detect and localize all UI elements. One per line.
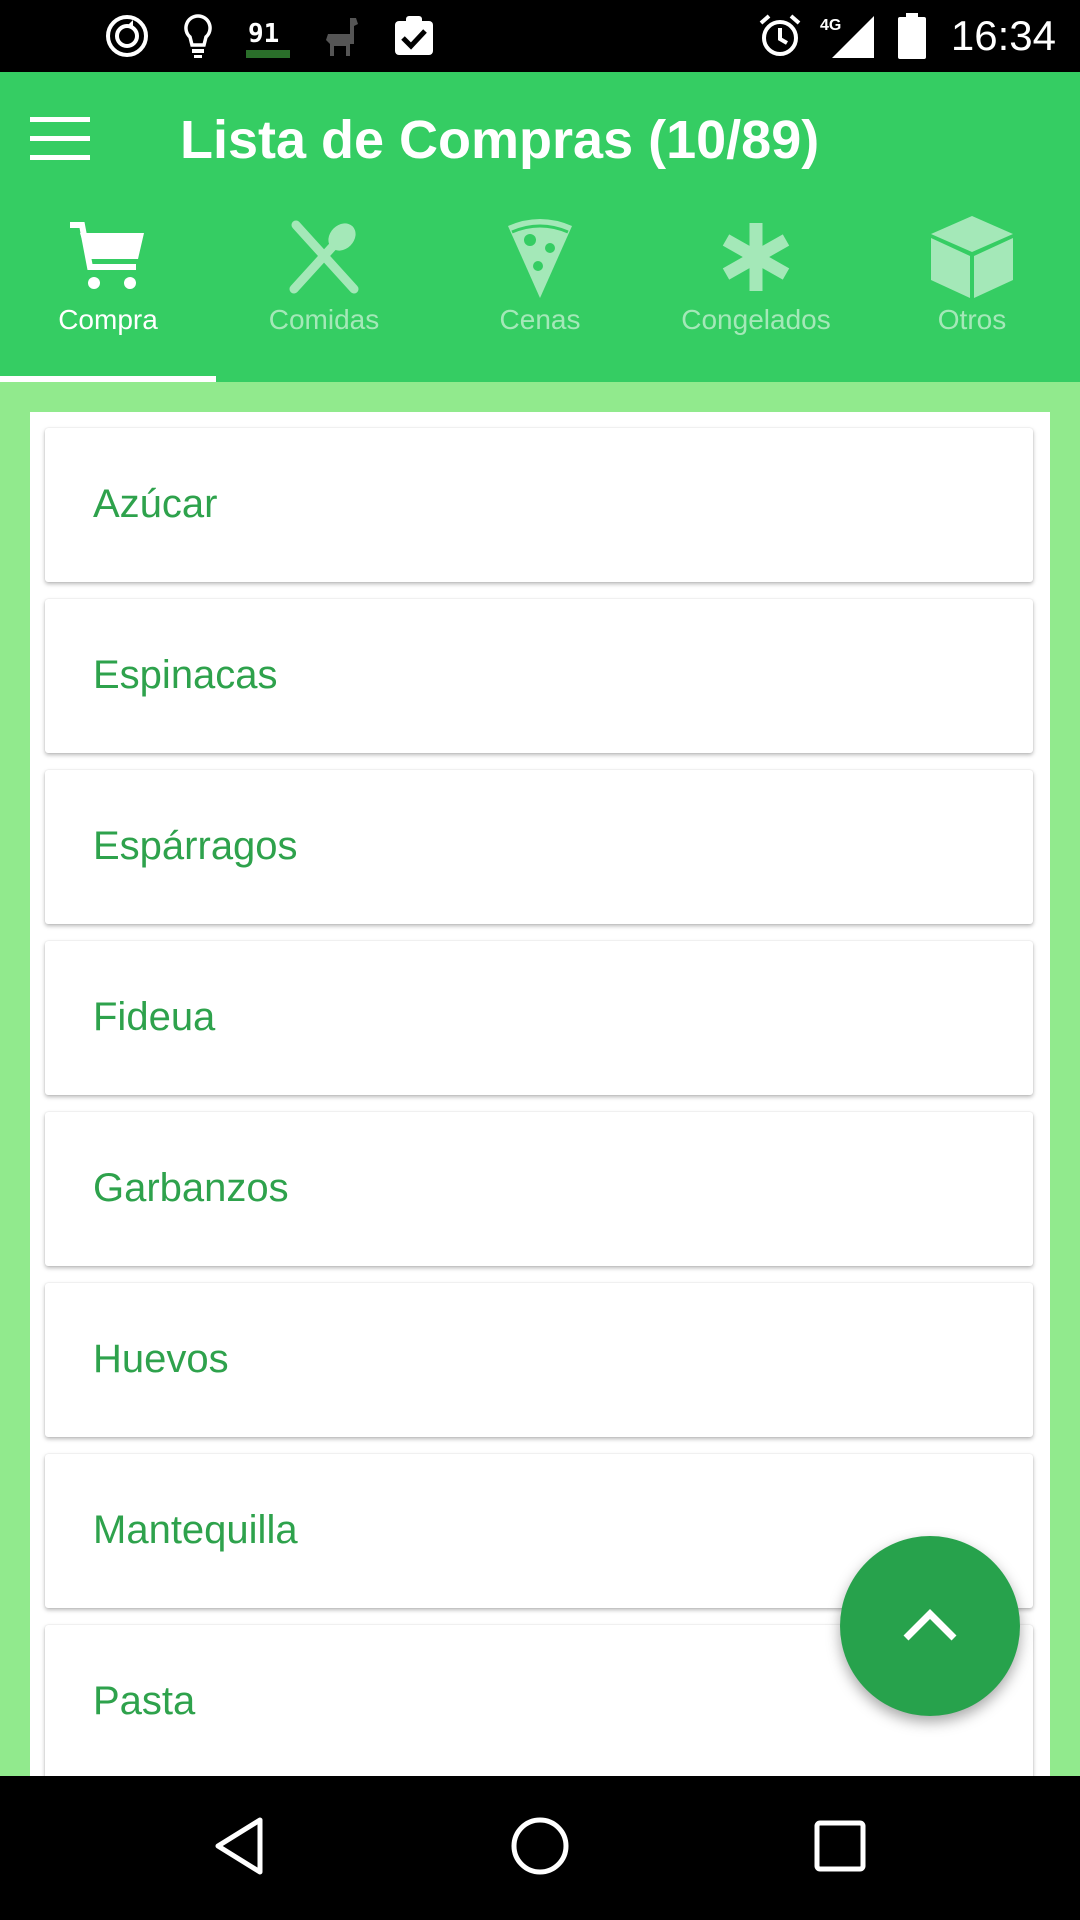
llama-icon: [318, 12, 366, 60]
list-item[interactable]: Espinacas: [45, 599, 1033, 753]
lightbulb-icon: [178, 12, 218, 60]
navigation-bar: [0, 1776, 1080, 1920]
status-bar: 91 4G 16:34: [0, 0, 1080, 72]
scroll-to-top-button[interactable]: [840, 1536, 1020, 1716]
battery-icon: [896, 12, 928, 60]
tab-label: Cenas: [499, 304, 581, 335]
list-item[interactable]: Fideua: [45, 941, 1033, 1095]
list-item-label: Espárragos: [93, 824, 298, 868]
recents-icon: [812, 1818, 868, 1879]
app-bar: Lista de Compras (10/89) Compra Comidas …: [0, 72, 1080, 382]
list-item-label: Espinacas: [93, 653, 278, 697]
list-item[interactable]: Azúcar: [45, 428, 1033, 582]
tab-compra[interactable]: Compra: [0, 202, 216, 382]
list-item[interactable]: Huevos: [45, 1283, 1033, 1437]
signal-icon: 4G: [818, 12, 878, 60]
box-icon: [922, 212, 1022, 302]
sync-icon: [100, 12, 154, 60]
pizza-icon: [490, 212, 590, 302]
alarm-icon: [756, 12, 804, 60]
chevron-up-icon: [900, 1604, 960, 1649]
tab-cenas[interactable]: Cenas: [432, 202, 648, 382]
tab-bar: Compra Comidas Cenas Congelados Otros: [0, 202, 1080, 382]
back-button[interactable]: [190, 1798, 290, 1898]
svg-text:4G: 4G: [820, 17, 841, 34]
list-item-label: Fideua: [93, 995, 216, 1039]
svg-text:91: 91: [248, 19, 279, 49]
screen: 91 4G 16:34 Lista de Compras (10/89) Com…: [0, 0, 1080, 1920]
asterisk-icon: [706, 212, 806, 302]
back-icon: [210, 1814, 270, 1883]
tab-label: Congelados: [681, 304, 831, 335]
list-item[interactable]: Garbanzos: [45, 1112, 1033, 1266]
list-item-label: Pasta: [93, 1679, 196, 1723]
widget-91-icon: 91: [244, 12, 292, 60]
clipboard-check-icon: [390, 12, 438, 60]
recents-button[interactable]: [790, 1798, 890, 1898]
list-item-label: Mantequilla: [93, 1508, 298, 1552]
list-item-label: Azúcar: [93, 482, 218, 526]
status-time: 16:34: [950, 12, 1056, 59]
tab-comidas[interactable]: Comidas: [216, 202, 432, 382]
home-icon: [508, 1814, 572, 1883]
page-title: Lista de Compras (10/89): [180, 110, 820, 170]
hamburger-menu-icon: [30, 116, 90, 166]
cart-icon: [58, 212, 158, 302]
home-button[interactable]: [490, 1798, 590, 1898]
tab-label: Compra: [58, 304, 158, 335]
list-item[interactable]: Espárragos: [45, 770, 1033, 924]
fork-spoon-icon: [274, 212, 374, 302]
tab-label: Otros: [937, 304, 1007, 335]
tab-label: Comidas: [268, 304, 380, 335]
menu-button[interactable]: [22, 106, 98, 176]
list-item-label: Huevos: [93, 1337, 229, 1381]
list-item-label: Garbanzos: [93, 1166, 289, 1210]
tab-congelados[interactable]: Congelados: [648, 202, 864, 382]
tab-otros[interactable]: Otros: [864, 202, 1080, 382]
